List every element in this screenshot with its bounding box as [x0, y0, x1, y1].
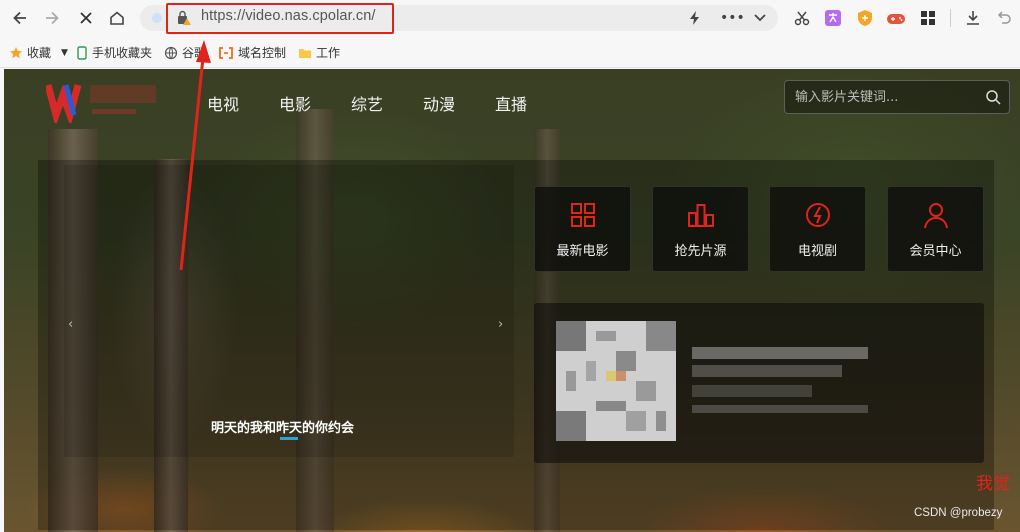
promo-panel — [534, 303, 984, 463]
slide-caption[interactable]: 明天的我和昨天的你约会 — [211, 417, 354, 436]
blurred-text — [692, 347, 868, 359]
caret-down-icon: ▼ — [61, 47, 68, 58]
back-button[interactable] — [8, 6, 32, 30]
nav-live[interactable]: 直播 — [495, 91, 527, 115]
apps-grid-icon[interactable] — [918, 8, 938, 28]
folder-icon — [299, 48, 311, 58]
download-icon[interactable] — [963, 8, 983, 28]
bookmark-google[interactable]: 谷歌 — [164, 44, 206, 61]
arrow-right-icon — [46, 11, 59, 25]
bookmark-work[interactable]: 工作 — [298, 44, 340, 61]
blurred-text — [692, 405, 868, 413]
card-label: 会员中心 — [909, 244, 962, 259]
browser-toolbar: https://video.nas.cpolar.cn/ ••• — [0, 0, 1020, 36]
nav-variety[interactable]: 综艺 — [351, 91, 383, 115]
bookmark-mobile[interactable]: 手机收藏夹 — [76, 44, 152, 61]
home-icon — [110, 11, 124, 25]
nav-tv[interactable]: 电视 — [207, 91, 239, 115]
more-icon[interactable]: ••• — [720, 10, 745, 26]
bookmark-label: 收藏 — [27, 46, 52, 60]
nav-movie[interactable]: 电影 — [279, 91, 311, 115]
bookmark-label: 域名控制 — [238, 46, 287, 60]
shield-extension-icon[interactable] — [855, 8, 875, 28]
gamepad-icon[interactable] — [886, 8, 906, 28]
scissors-icon[interactable] — [792, 8, 812, 28]
slider-indicator[interactable] — [280, 437, 298, 440]
blurred-text — [692, 385, 812, 397]
card-member-center[interactable]: 会员中心 — [887, 186, 984, 272]
qr-code — [556, 321, 676, 441]
bookmark-favorites[interactable]: 收藏 ▼ — [9, 44, 68, 61]
site-indicator-icon — [150, 11, 164, 28]
card-tv-series[interactable]: 电视剧 — [769, 186, 866, 272]
bookmark-label: 谷歌 — [182, 46, 207, 60]
grid-icon — [535, 201, 630, 229]
arrow-left-icon — [13, 11, 26, 25]
lightning-icon[interactable] — [688, 10, 702, 29]
aliyun-icon — [219, 46, 233, 59]
stop-button[interactable] — [74, 6, 98, 30]
web-page: 电视 电影 综艺 动漫 直播 ‹ › 明天的我和昨天的你约会 最新电影 抢先片源… — [4, 69, 1020, 532]
card-label: 最新电影 — [556, 244, 609, 259]
bookmark-label: 工作 — [316, 46, 341, 60]
search-box — [784, 80, 1010, 114]
tv-icon — [770, 201, 865, 229]
forward-button[interactable] — [40, 6, 64, 30]
blurred-text — [692, 365, 842, 377]
nav-anime[interactable]: 动漫 — [423, 91, 455, 115]
card-latest-movies[interactable]: 最新电影 — [534, 186, 631, 272]
phone-icon — [77, 45, 87, 60]
home-button[interactable] — [105, 6, 129, 30]
search-input[interactable] — [795, 87, 975, 107]
watermark-text: CSDN @probezy — [914, 507, 1003, 519]
chevron-down-icon[interactable] — [753, 10, 767, 27]
card-label: 电视剧 — [797, 244, 837, 259]
slider-prev-arrow[interactable]: ‹ — [68, 317, 73, 332]
slider-next-arrow[interactable]: › — [498, 317, 503, 332]
bookmarks-bar: 收藏 ▼ 手机收藏夹 谷歌 域名控制 工作 — [0, 36, 1020, 68]
site-logo[interactable] — [44, 77, 166, 127]
toolbar-divider — [950, 9, 951, 27]
banner-slider[interactable] — [64, 165, 514, 457]
url-highlight-box — [166, 3, 394, 34]
side-text: 我觉 — [976, 474, 1010, 494]
star-icon — [10, 46, 22, 58]
undo-icon[interactable] — [994, 8, 1014, 28]
translate-icon[interactable] — [823, 8, 843, 28]
card-label: 抢先片源 — [674, 244, 727, 259]
user-icon — [888, 201, 983, 229]
card-early-release[interactable]: 抢先片源 — [652, 186, 749, 272]
close-icon — [80, 12, 92, 24]
bookmark-label: 手机收藏夹 — [92, 46, 153, 60]
bookmark-domain[interactable]: 域名控制 — [218, 44, 286, 61]
bars-icon — [653, 201, 748, 229]
search-icon[interactable] — [985, 89, 1001, 108]
globe-icon — [164, 46, 178, 59]
